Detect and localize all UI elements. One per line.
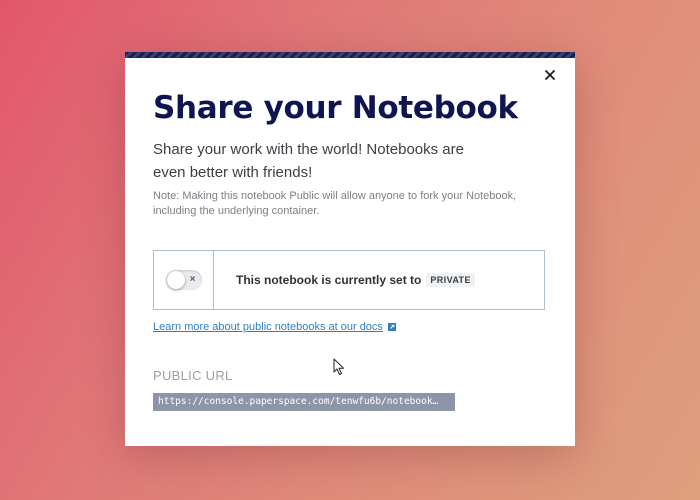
toggle-knob (166, 271, 185, 289)
modal-top-stripe (125, 52, 575, 58)
status-badge: PRIVATE (426, 273, 475, 287)
toggle-off-icon: × (189, 274, 196, 285)
public-toggle-switch[interactable]: × (165, 270, 202, 290)
visibility-card: × This notebook is currently set to PRIV… (153, 250, 545, 310)
docs-link[interactable]: Learn more about public notebooks at our… (153, 321, 396, 333)
close-button[interactable] (543, 68, 557, 82)
mouse-pointer-icon (333, 358, 344, 375)
public-url-field[interactable]: https://console.paperspace.com/tenwfu6b/… (153, 393, 455, 411)
toggle-cell: × (154, 251, 214, 309)
visibility-status: This notebook is currently set to PRIVAT… (236, 273, 475, 287)
modal-subtitle: Share your work with the world! Notebook… (153, 141, 464, 181)
modal-title: Share your Notebook (153, 90, 518, 126)
external-link-icon (387, 323, 396, 331)
public-url-label: PUBLIC URL (153, 368, 233, 383)
share-notebook-modal: Share your Notebook Share your work with… (125, 52, 575, 446)
docs-link-label: Learn more about public notebooks at our… (153, 321, 383, 333)
modal-note: Note: Making this notebook Public will a… (153, 190, 517, 217)
close-icon (545, 70, 555, 80)
visibility-status-text: This notebook is currently set to (236, 273, 422, 287)
